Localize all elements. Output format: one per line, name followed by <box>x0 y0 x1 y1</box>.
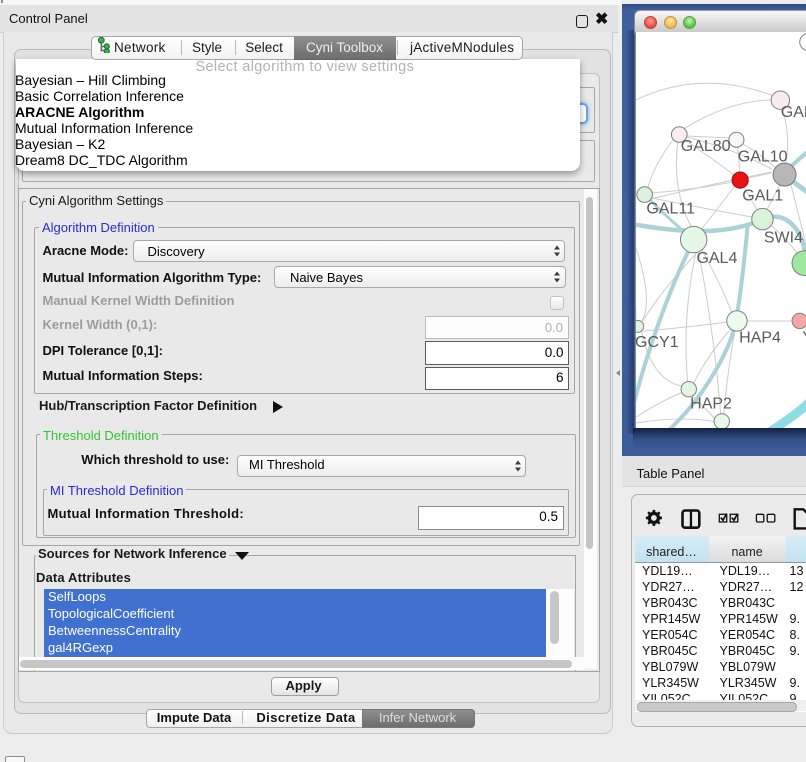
svg-text:GAL7: GAL7 <box>780 104 806 121</box>
svg-text:Y: Y <box>802 329 806 346</box>
svg-text:GAL10: GAL10 <box>737 148 787 165</box>
svg-text:HAP4: HAP4 <box>739 329 781 346</box>
svg-text:GAL80: GAL80 <box>680 138 730 155</box>
svg-text:HAP2: HAP2 <box>690 396 732 413</box>
svg-text:GAL11: GAL11 <box>646 200 695 217</box>
svg-text:GAL1: GAL1 <box>742 187 783 204</box>
svg-text:GCY1: GCY1 <box>636 334 679 351</box>
svg-text:GAL4: GAL4 <box>696 250 737 267</box>
svg-text:SWI4: SWI4 <box>763 229 802 246</box>
